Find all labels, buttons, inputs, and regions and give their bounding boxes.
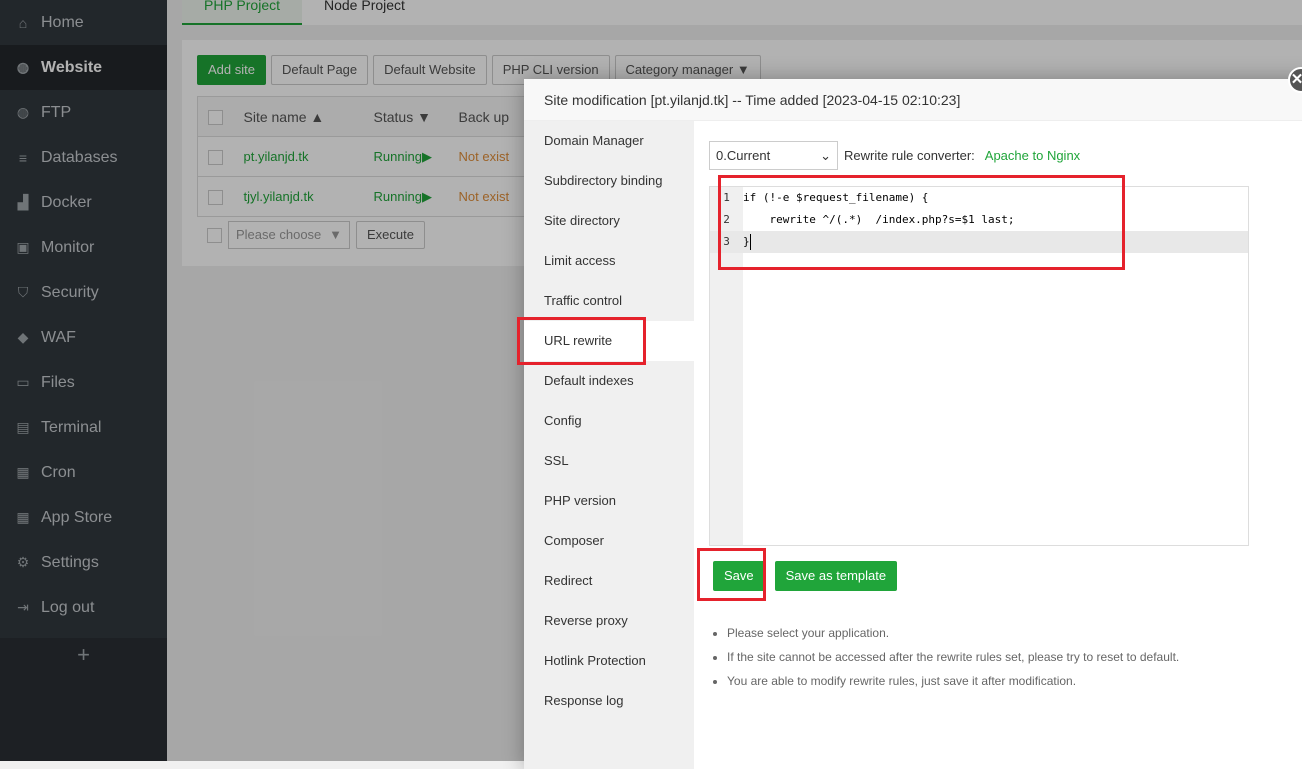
dialog-menu: Domain Manager Subdirectory binding Site d… (524, 121, 694, 769)
converter-label: Rewrite rule converter: (844, 148, 975, 163)
menu-item-response-log[interactable]: Response log (524, 681, 694, 721)
menu-item-php-version[interactable]: PHP version (524, 481, 694, 521)
tip: If the site cannot be accessed after the… (727, 645, 1179, 669)
menu-item-reverse-proxy[interactable]: Reverse proxy (524, 601, 694, 641)
annotation-box-url-rewrite (517, 317, 646, 365)
menu-item-limit-access[interactable]: Limit access (524, 241, 694, 281)
menu-item-redirect[interactable]: Redirect (524, 561, 694, 601)
menu-item-composer[interactable]: Composer (524, 521, 694, 561)
save-as-template-button[interactable]: Save as template (774, 561, 898, 591)
annotation-box-code (718, 175, 1125, 270)
menu-item-domain-manager[interactable]: Domain Manager (524, 121, 694, 161)
menu-item-subdirectory-binding[interactable]: Subdirectory binding (524, 161, 694, 201)
menu-item-hotlink-protection[interactable]: Hotlink Protection (524, 641, 694, 681)
help-tips: Please select your application. If the s… (709, 621, 1179, 693)
tip: You are able to modify rewrite rules, ju… (727, 669, 1179, 693)
dialog-title: Site modification [pt.yilanjd.tk] -- Tim… (524, 79, 1302, 121)
rewrite-template-select[interactable]: 0.Current ⌄ (709, 141, 838, 170)
tip: Please select your application. (727, 621, 1179, 645)
menu-item-config[interactable]: Config (524, 401, 694, 441)
menu-item-traffic-control[interactable]: Traffic control (524, 281, 694, 321)
menu-item-ssl[interactable]: SSL (524, 441, 694, 481)
apache-to-nginx-link[interactable]: Apache to Nginx (985, 148, 1080, 163)
annotation-box-save (697, 548, 766, 601)
menu-item-default-indexes[interactable]: Default indexes (524, 361, 694, 401)
menu-item-site-directory[interactable]: Site directory (524, 201, 694, 241)
